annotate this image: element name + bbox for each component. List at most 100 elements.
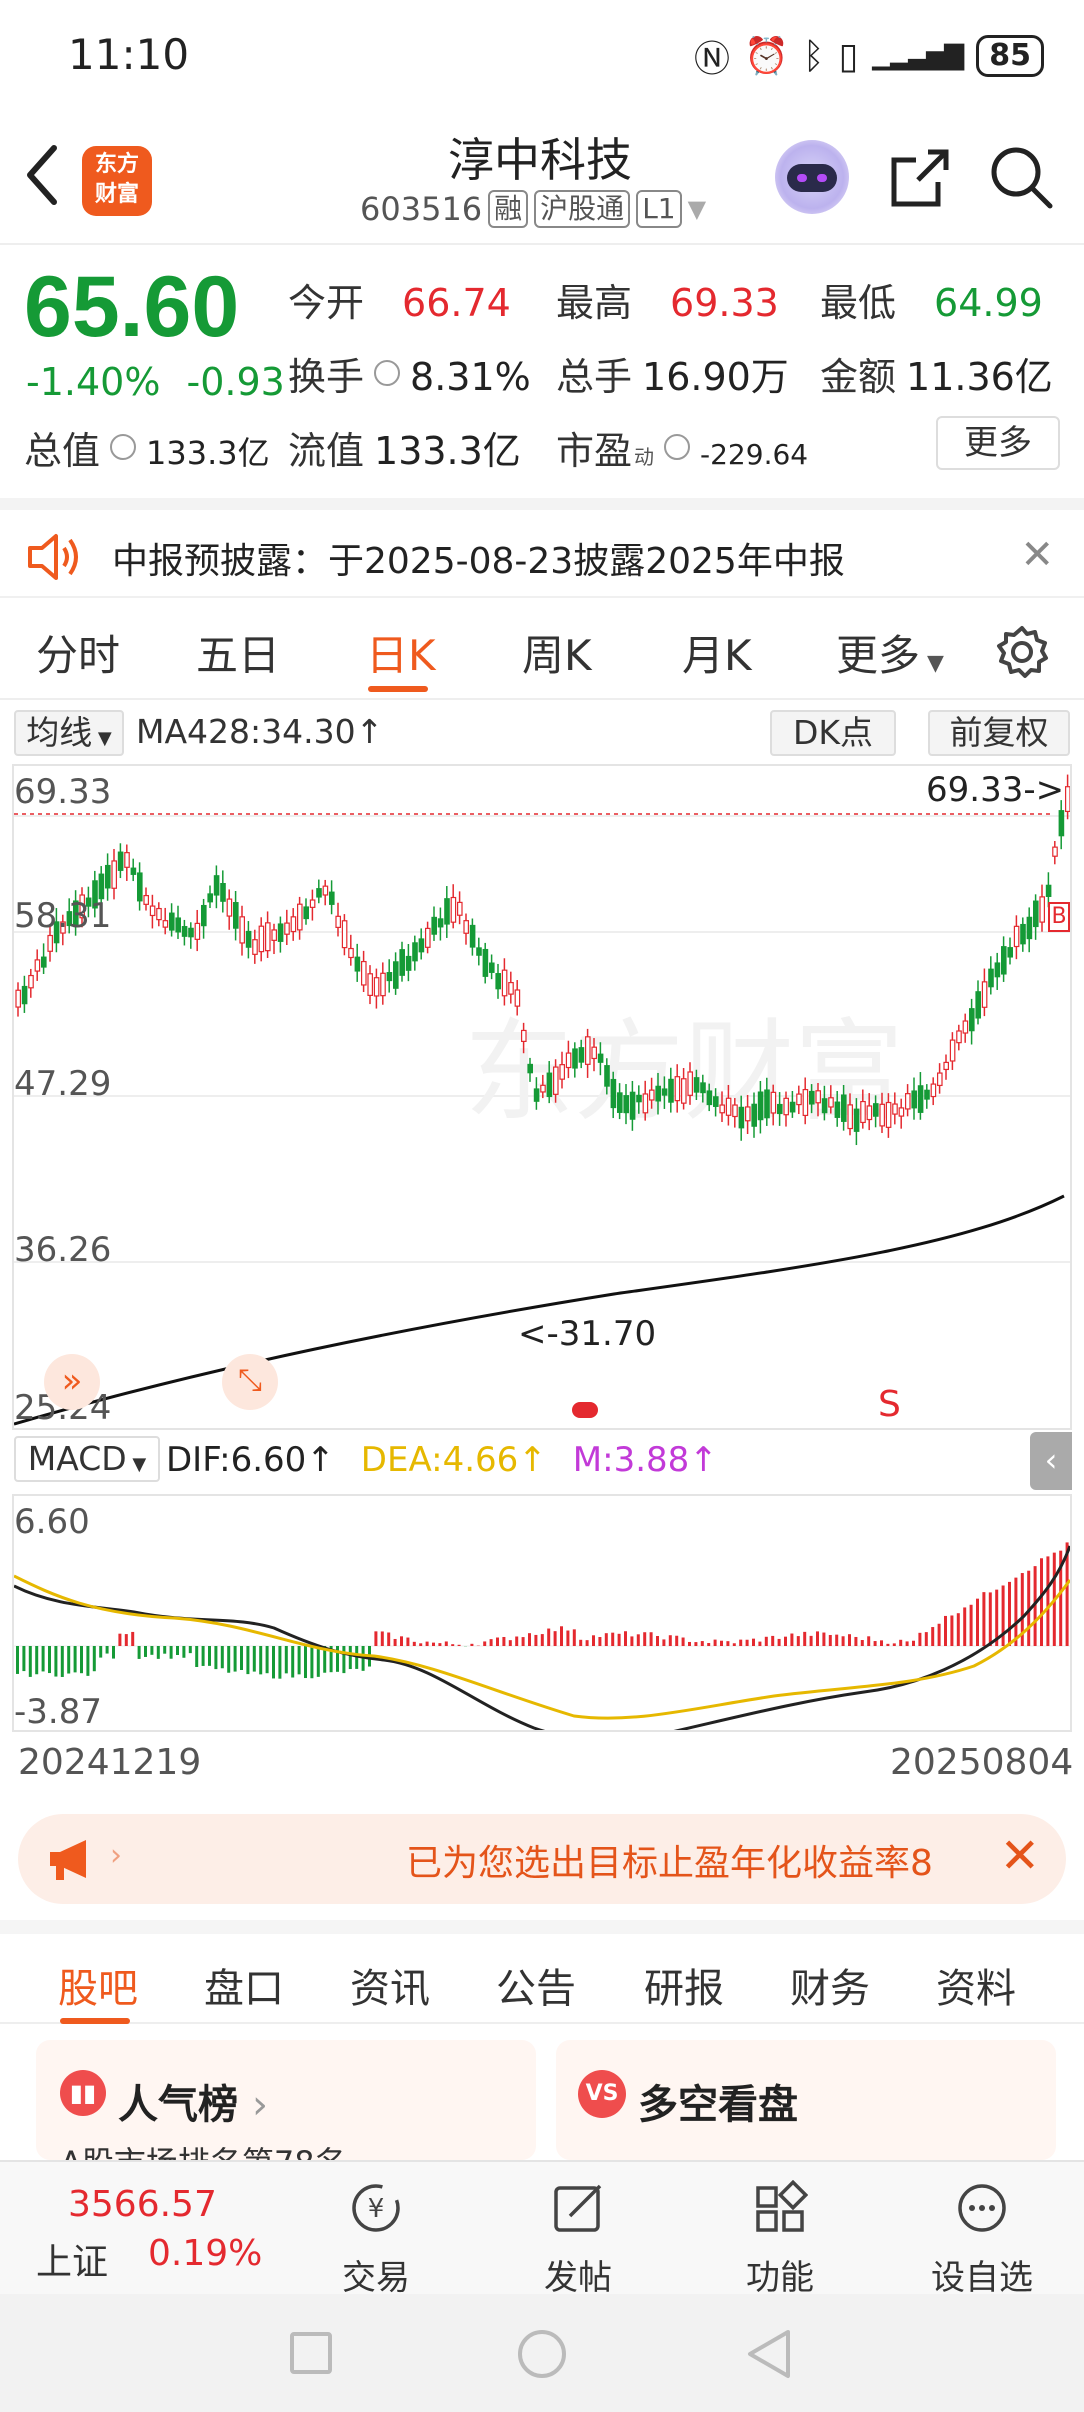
candle-body [725, 1097, 732, 1116]
macd-bar [188, 1646, 192, 1654]
expand-left-icon[interactable]: » [44, 1354, 100, 1410]
macd-bar [816, 1631, 819, 1646]
collapse-panel-icon[interactable]: ‹ [1030, 1432, 1072, 1490]
macd-bar [105, 1646, 109, 1654]
candle-body [463, 920, 470, 934]
tab-research[interactable]: 研报 [644, 1956, 724, 2014]
info-icon[interactable] [374, 360, 401, 386]
candle-body [444, 898, 450, 925]
info-icon[interactable] [664, 434, 691, 460]
macd-bar [508, 1640, 512, 1646]
candle-body [917, 1085, 924, 1113]
candle-body [597, 1053, 604, 1063]
candle-body [770, 1091, 777, 1114]
open-label: 今开 [288, 281, 365, 325]
adjust-button[interactable]: 前复权 [928, 710, 1070, 756]
indicator-select[interactable]: 均线 ▼ [14, 710, 124, 756]
back-nav-icon[interactable] [744, 2328, 794, 2380]
ai-assistant-icon[interactable] [775, 140, 849, 214]
macd-bar [400, 1636, 403, 1646]
fullscreen-icon[interactable]: ⤡ [222, 1354, 278, 1410]
recent-apps-icon[interactable] [290, 2332, 332, 2374]
popularity-title: 人气榜 › [118, 2072, 268, 2130]
dk-button[interactable]: DK点 [770, 710, 896, 756]
dropdown-icon[interactable]: ▼ [688, 195, 706, 223]
macd-bar [720, 1640, 723, 1646]
notice-bar[interactable]: 中报预披露：于2025-08-23披露2025年中报 ✕ [0, 498, 1084, 598]
candle-body [988, 968, 994, 988]
close-icon[interactable]: ✕ [1000, 1828, 1040, 1884]
tab-daily-k[interactable]: 日K [366, 622, 436, 683]
info-icon[interactable] [110, 434, 137, 460]
nav-trade[interactable]: ¥ 交易 [306, 2180, 446, 2299]
candle-body [872, 1103, 879, 1117]
sell-marker[interactable]: S [878, 1384, 901, 1425]
tab-orderbook[interactable]: 盘口 [204, 1956, 284, 2014]
macd-bar [924, 1632, 928, 1646]
candle-body [764, 1089, 770, 1119]
tab-5day[interactable]: 五日 [196, 622, 280, 683]
y-label-2: 58.31 [14, 896, 112, 936]
search-icon[interactable] [988, 144, 1054, 210]
back-icon[interactable] [20, 140, 70, 210]
candle-body [169, 912, 175, 931]
candle-body [239, 916, 246, 944]
sentiment-card[interactable]: VS 多空看盘 [556, 2040, 1056, 2160]
macd-bar [982, 1592, 986, 1646]
app-logo[interactable]: 东方 财富 [82, 146, 152, 216]
close-icon[interactable]: ✕ [1020, 532, 1054, 578]
tab-indicator [60, 2018, 130, 2024]
ma-readout: MA428:34.30↑ [136, 712, 383, 751]
share-icon[interactable] [888, 146, 952, 210]
index-widget[interactable]: 3566.57 上证 0.19% [36, 2184, 262, 2285]
tab-finance[interactable]: 财务 [790, 1956, 870, 2014]
tab-weekly-k[interactable]: 周K [522, 622, 592, 683]
macd-bar [380, 1631, 384, 1646]
tab-minute[interactable]: 分时 [36, 622, 120, 683]
popularity-rank: A股市场排名第78名 [60, 2138, 347, 2160]
buy-marker[interactable]: B [1048, 902, 1070, 932]
macd-select[interactable]: MACD ▼ [14, 1436, 160, 1482]
candle-body [41, 956, 47, 968]
tab-forum[interactable]: 股吧 [58, 1956, 138, 2014]
candle-body [776, 1103, 783, 1115]
tab-news[interactable]: 资讯 [350, 1956, 430, 2014]
tab-profile[interactable]: 资料 [936, 1956, 1016, 2014]
nav-watchlist[interactable]: 设自选 [912, 2180, 1052, 2299]
kline-chart[interactable]: 东方财富 69.33 58.31 47.29 36.26 25.24 69.33… [12, 764, 1072, 1430]
macd-chart[interactable]: 6.60 -3.87 [12, 1494, 1072, 1732]
tab-announcements[interactable]: 公告 [496, 1956, 576, 2014]
event-marker[interactable] [572, 1402, 598, 1418]
nav-post[interactable]: 发帖 [508, 2180, 648, 2299]
macd-bar [278, 1646, 282, 1679]
logo-text-1: 东方 [94, 152, 139, 177]
macd-bar [28, 1646, 32, 1677]
home-icon[interactable] [518, 2330, 566, 2378]
macd-bar [828, 1634, 832, 1646]
candle-body [866, 1105, 873, 1121]
macd-bar [662, 1639, 666, 1646]
chevron-right-icon: › [110, 1838, 122, 1873]
macd-bar [528, 1633, 531, 1646]
arrow-up-icon: ↑ [355, 712, 384, 751]
macd-bar [643, 1632, 647, 1646]
macd-bar [777, 1638, 781, 1646]
macd-bar [579, 1639, 583, 1646]
promo-banner[interactable]: › 已为您选出目标止盈年化收益率8 ✕ [18, 1814, 1066, 1904]
nav-functions[interactable]: 功能 [710, 2179, 850, 2299]
index-name: 上证 [36, 2242, 109, 2283]
grid-icon [756, 2179, 809, 2232]
macd-bar [956, 1613, 960, 1646]
chevron-right-icon: › [251, 2082, 268, 2128]
candle-body [616, 1092, 623, 1113]
macd-bar [809, 1635, 813, 1646]
macd-bar [835, 1634, 839, 1646]
macd-bar [41, 1646, 45, 1672]
macd-bar [227, 1646, 231, 1673]
tab-monthly-k[interactable]: 月K [682, 622, 752, 683]
candle-body [329, 891, 335, 905]
settings-icon[interactable] [994, 624, 1050, 680]
more-button[interactable]: 更多 [936, 416, 1060, 470]
popularity-card[interactable]: ▮▮ 人气榜 › A股市场排名第78名 [36, 2040, 536, 2160]
tab-more[interactable]: 更多 ▼ [836, 622, 944, 683]
